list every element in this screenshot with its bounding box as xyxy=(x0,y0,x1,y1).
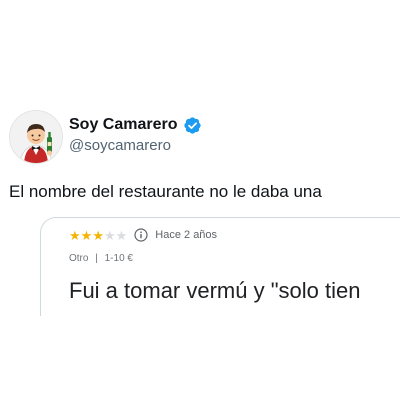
star-filled-icon: ★ xyxy=(69,227,81,243)
rating-row: ★ ★ ★ ★ ★ Hace 2 años xyxy=(69,226,217,244)
embedded-review-image[interactable]: ★ ★ ★ ★ ★ Hace 2 años Otro | 1-10 € Fui … xyxy=(40,217,400,316)
star-empty-icon: ★ xyxy=(103,227,116,243)
display-name-row: Soy Camarero xyxy=(69,114,202,136)
star-rating: ★ ★ ★ ★ ★ xyxy=(69,229,127,242)
review-time: Hace 2 años xyxy=(155,229,218,241)
info-circle-icon xyxy=(134,228,148,242)
waiter-avatar-icon[interactable] xyxy=(9,110,63,164)
tweet-text: El nombre del restaurante no le daba una xyxy=(9,182,322,201)
meta-separator: | xyxy=(95,253,98,264)
tweet-header: Soy Camarero @soycamarero xyxy=(9,110,400,166)
price-range: 1-10 € xyxy=(104,253,133,264)
star-filled-icon: ★ xyxy=(92,227,104,243)
star-empty-icon: ★ xyxy=(115,227,128,243)
page: Soy Camarero @soycamarero El nombre del … xyxy=(0,0,400,400)
handle[interactable]: @soycamarero xyxy=(69,137,171,154)
star-filled-icon: ★ xyxy=(80,227,93,243)
verified-badge-icon xyxy=(183,116,202,135)
review-meta: Otro | 1-10 € xyxy=(69,253,133,264)
review-text: Fui a tomar vermú y "solo tien xyxy=(69,278,361,303)
display-name[interactable]: Soy Camarero xyxy=(69,116,178,134)
review-category: Otro xyxy=(69,253,89,264)
